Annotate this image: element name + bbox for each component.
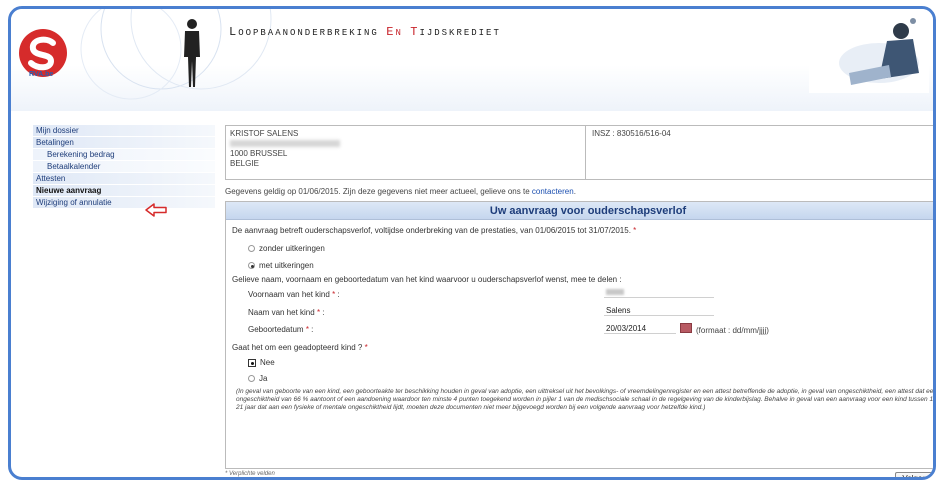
- sidebar-item-wijziging-annulatie[interactable]: Wijziging of annulatie: [33, 197, 215, 208]
- next-button[interactable]: Volgende: [895, 472, 933, 477]
- option-without-allowance[interactable]: zonder uitkeringen: [248, 244, 325, 253]
- application-form: Uw aanvraag voor ouderschapsverlof De aa…: [225, 201, 936, 469]
- address-details: KRISTOF SALENS 1000 BRUSSEL BELGIE: [226, 126, 586, 179]
- option-adopted-yes[interactable]: Ja: [248, 374, 267, 383]
- birthdate-label: Geboortedatum * :: [248, 325, 314, 334]
- arrow-left-icon: [145, 203, 167, 217]
- sidebar-item-nieuwe-aanvraag[interactable]: Nieuwe aanvraag: [33, 185, 215, 196]
- sidebar-item-betaalkalender[interactable]: Betaalkalender: [33, 161, 215, 172]
- sidebar-item-berekening-bedrag[interactable]: Berekening bedrag: [33, 149, 215, 160]
- person-name: KRISTOF SALENS: [230, 129, 299, 138]
- firstname-field[interactable]: [604, 288, 714, 298]
- child-prompt: Gelieve naam, voornaam en geboortedatum …: [232, 275, 622, 284]
- address-panel: KRISTOF SALENS 1000 BRUSSEL BELGIE INSZ …: [225, 125, 933, 180]
- street-redacted: [230, 139, 581, 149]
- radio-without-allowance[interactable]: [248, 245, 255, 252]
- app-title: LOOPBAANONDERBREKING EN TIJDSKREDIET: [229, 25, 501, 39]
- adopted-question: Gaat het om een geadopteerd kind ? *: [232, 343, 368, 352]
- header-banner: RVA.be LOOPBAANONDERBREKING EN TIJDSKRED…: [11, 9, 933, 111]
- country: BELGIE: [230, 159, 259, 168]
- header-photo: [809, 13, 929, 93]
- contact-link[interactable]: contacteren: [532, 187, 574, 196]
- radio-with-allowance[interactable]: [248, 262, 255, 269]
- option-adopted-no[interactable]: Nee: [248, 358, 275, 367]
- date-format-hint: (formaat : dd/mm/jjjj): [696, 326, 769, 335]
- form-title: Uw aanvraag voor ouderschapsverlof: [226, 202, 933, 220]
- sidebar-nav: Mijn dossier Betalingen Berekening bedra…: [33, 125, 215, 209]
- person-silhouette-icon: [184, 19, 200, 87]
- birthdate-field[interactable]: 20/03/2014: [604, 324, 676, 334]
- firstname-label: Voornaam van het kind * :: [248, 290, 340, 299]
- calendar-icon[interactable]: [680, 323, 692, 333]
- logo-subtitle: RVA.be: [29, 71, 54, 78]
- required-fields-note: * Verplichte velden: [225, 471, 275, 477]
- sidebar-item-betalingen[interactable]: Betalingen: [33, 137, 215, 148]
- lastname-field[interactable]: Salens: [604, 306, 714, 316]
- city: 1000 BRUSSEL: [230, 149, 288, 158]
- lastname-label: Naam van het kind * :: [248, 308, 325, 317]
- sidebar-item-attesten[interactable]: Attesten: [33, 173, 215, 184]
- validity-notice: Gegevens geldig op 01/06/2015. Zijn deze…: [225, 187, 576, 196]
- question-allowance: De aanvraag betreft ouderschapsverlof, v…: [232, 226, 637, 235]
- insz-number: INSZ : 830516/516-04: [592, 129, 671, 138]
- option-with-allowance[interactable]: met uitkeringen: [248, 261, 314, 270]
- radio-adopted-no[interactable]: [248, 358, 256, 367]
- radio-adopted-yes[interactable]: [248, 375, 255, 382]
- sidebar-item-mijn-dossier[interactable]: Mijn dossier: [33, 125, 215, 136]
- documents-note: (In geval van geboorte van een kind, een…: [236, 388, 936, 411]
- app-window: RVA.be LOOPBAANONDERBREKING EN TIJDSKRED…: [8, 6, 936, 480]
